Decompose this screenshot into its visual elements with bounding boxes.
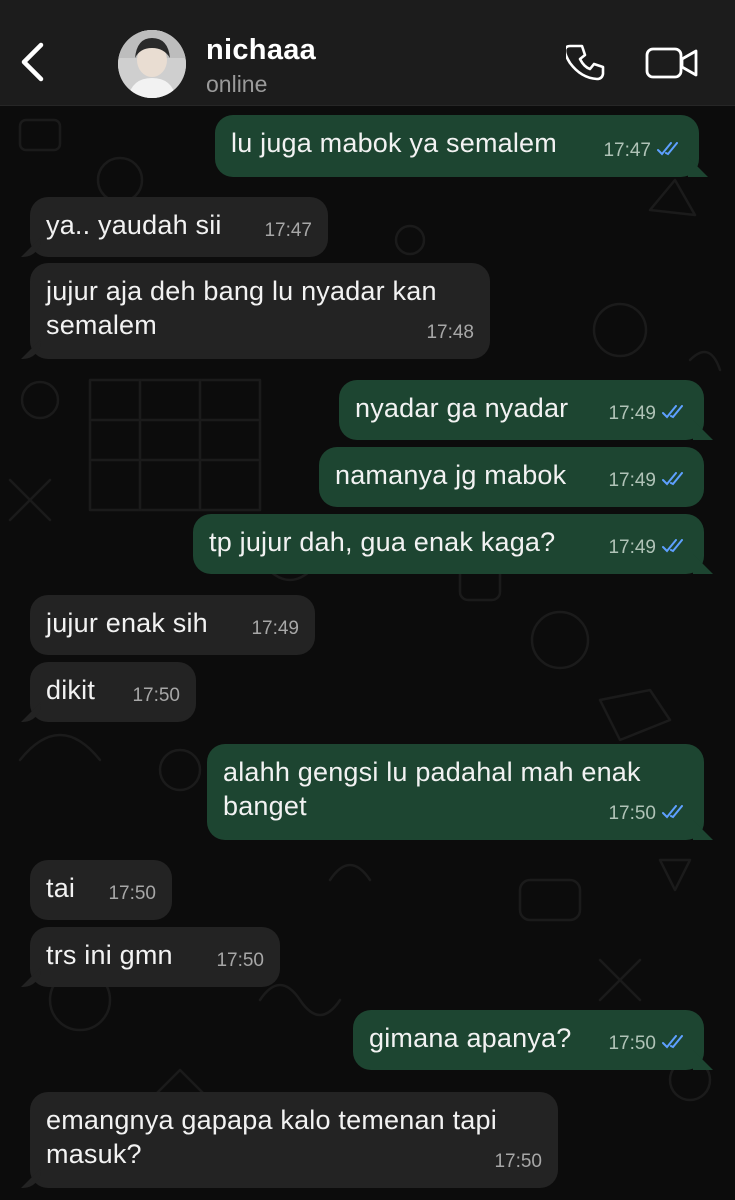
message-text: nyadar ga nyadar bbox=[355, 393, 569, 423]
message-text: jujur aja deh bang lu nyadar kan semalem bbox=[46, 276, 437, 340]
message-bubble-incoming[interactable]: dikit 17:50 bbox=[30, 662, 196, 722]
message-text: lu juga mabok ya semalem bbox=[231, 128, 557, 158]
message-meta: 17:50 bbox=[494, 1145, 542, 1179]
message-time: 17:47 bbox=[264, 220, 312, 241]
message-time: 17:47 bbox=[603, 140, 651, 161]
phone-icon bbox=[563, 43, 606, 88]
message-bubble-outgoing[interactable]: tp jujur dah, gua enak kaga? 17:49 bbox=[193, 514, 704, 574]
message-time: 17:48 bbox=[426, 322, 474, 343]
message-text: ya.. yaudah sii bbox=[46, 210, 222, 240]
message-list: lu juga mabok ya semalem 17:47 ya.. yaud… bbox=[0, 105, 735, 1200]
message-bubble-outgoing[interactable]: gimana apanya? 17:50 bbox=[353, 1010, 704, 1070]
double-check-icon bbox=[662, 397, 688, 431]
message-bubble-incoming[interactable]: trs ini gmn 17:50 bbox=[30, 927, 280, 987]
chevron-left-icon bbox=[19, 42, 45, 87]
double-check-icon bbox=[662, 531, 688, 565]
message-time: 17:50 bbox=[216, 950, 264, 971]
message-text: jujur enak sih bbox=[46, 608, 208, 638]
message-bubble-outgoing[interactable]: lu juga mabok ya semalem 17:47 bbox=[215, 115, 699, 177]
message-time: 17:49 bbox=[251, 618, 299, 639]
message-bubble-outgoing[interactable]: nyadar ga nyadar 17:49 bbox=[339, 380, 704, 440]
message-time: 17:50 bbox=[608, 803, 656, 824]
contact-avatar[interactable] bbox=[118, 30, 186, 98]
double-check-icon bbox=[662, 1027, 688, 1061]
message-bubble-incoming[interactable]: ya.. yaudah sii 17:47 bbox=[30, 197, 328, 257]
message-bubble-incoming[interactable]: emangnya gapapa kalo temenan tapi masuk?… bbox=[30, 1092, 558, 1188]
chat-header: nichaaa online bbox=[0, 0, 735, 106]
double-check-icon bbox=[662, 797, 688, 831]
message-meta: 17:47 bbox=[603, 134, 683, 168]
message-time: 17:50 bbox=[108, 883, 156, 904]
message-text: dikit bbox=[46, 675, 96, 705]
message-bubble-incoming[interactable]: jujur enak sih 17:49 bbox=[30, 595, 315, 655]
message-meta: 17:48 bbox=[426, 316, 474, 350]
message-meta: 17:50 bbox=[132, 679, 180, 713]
video-call-button[interactable] bbox=[644, 44, 700, 86]
message-meta: 17:50 bbox=[108, 877, 156, 911]
message-time: 17:49 bbox=[608, 470, 656, 491]
message-meta: 17:50 bbox=[608, 797, 688, 831]
message-text: gimana apanya? bbox=[369, 1023, 572, 1053]
contact-name[interactable]: nichaaa bbox=[206, 34, 316, 67]
message-meta: 17:49 bbox=[608, 464, 688, 498]
message-time: 17:50 bbox=[494, 1151, 542, 1172]
message-meta: 17:49 bbox=[251, 612, 299, 646]
message-meta: 17:49 bbox=[608, 397, 688, 431]
message-time: 17:50 bbox=[608, 1033, 656, 1054]
message-time: 17:49 bbox=[608, 537, 656, 558]
message-bubble-incoming[interactable]: jujur aja deh bang lu nyadar kan semalem… bbox=[30, 263, 490, 359]
message-text: tai bbox=[46, 873, 76, 903]
video-camera-icon bbox=[645, 46, 699, 85]
message-meta: 17:50 bbox=[216, 944, 264, 978]
voice-call-button[interactable] bbox=[563, 42, 609, 88]
message-meta: 17:47 bbox=[264, 214, 312, 248]
message-time: 17:50 bbox=[132, 685, 180, 706]
message-meta: 17:49 bbox=[608, 531, 688, 565]
message-bubble-outgoing[interactable]: namanya jg mabok 17:49 bbox=[319, 447, 704, 507]
back-button[interactable] bbox=[8, 36, 56, 92]
message-bubble-incoming[interactable]: tai 17:50 bbox=[30, 860, 172, 920]
message-text: emangnya gapapa kalo temenan tapi masuk? bbox=[46, 1105, 497, 1169]
message-text: trs ini gmn bbox=[46, 940, 173, 970]
double-check-icon bbox=[662, 464, 688, 498]
message-time: 17:49 bbox=[608, 403, 656, 424]
message-bubble-outgoing[interactable]: alahh gengsi lu padahal mah enak banget … bbox=[207, 744, 704, 840]
contact-status: online bbox=[206, 71, 268, 97]
double-check-icon bbox=[657, 134, 683, 168]
message-text: tp jujur dah, gua enak kaga? bbox=[209, 527, 556, 557]
message-meta: 17:50 bbox=[608, 1027, 688, 1061]
message-text: namanya jg mabok bbox=[335, 460, 567, 490]
